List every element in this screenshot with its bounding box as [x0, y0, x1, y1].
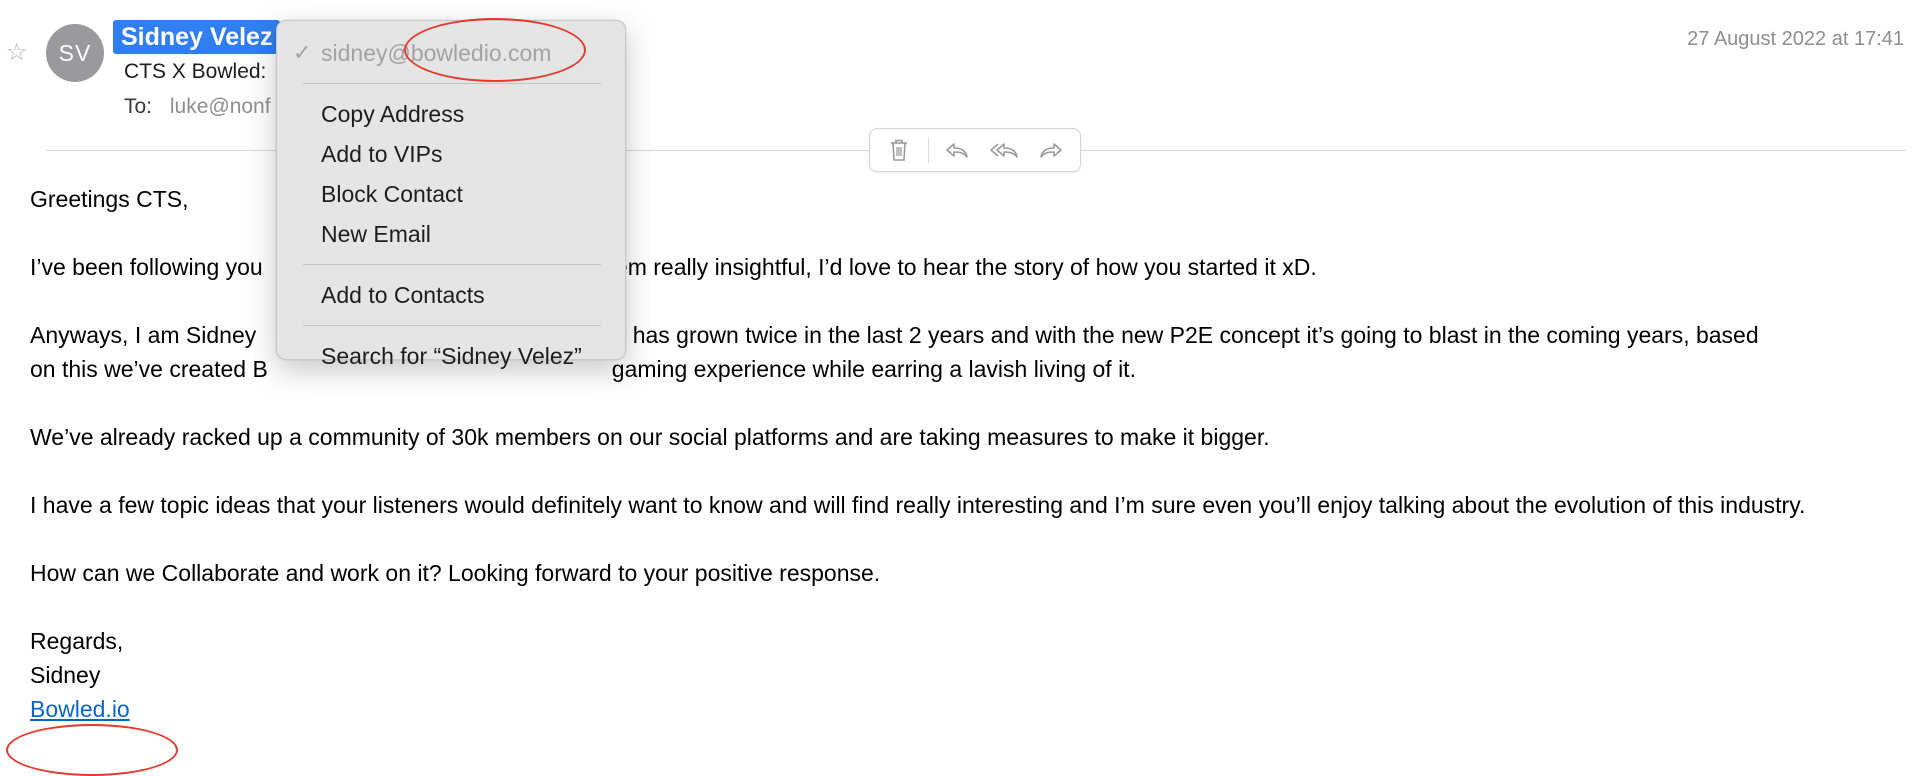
menu-separator — [303, 264, 601, 265]
menu-item-block-contact[interactable]: Block Contact — [277, 174, 625, 214]
to-label: To: — [124, 95, 153, 118]
forward-icon[interactable] — [1033, 135, 1069, 165]
paragraph-3: We’ve already racked up a community of 3… — [30, 424, 1270, 450]
reply-all-icon[interactable] — [986, 135, 1022, 165]
avatar: SV — [46, 24, 104, 82]
paragraph-2-line1-end: stry has grown twice in the last 2 years… — [589, 322, 1759, 348]
menu-item-search-for[interactable]: Search for “Sidney Velez” — [277, 336, 625, 376]
menu-separator — [303, 325, 601, 326]
toolbar-separator — [927, 137, 929, 163]
message-hover-toolbar — [869, 128, 1081, 172]
checkmark-icon: ✓ — [293, 40, 312, 65]
contact-context-menu: ✓ sidney@bowledio.com Copy Address Add t… — [276, 20, 626, 369]
subject-line: CTS X Bowled: — [124, 60, 267, 83]
signoff: Regards, — [30, 628, 124, 654]
paragraph-2-line1-start: Anyways, I am Sidney — [30, 322, 257, 348]
paragraph-4: I have a few topic ideas that your liste… — [30, 492, 1806, 518]
menu-item-copy-address[interactable]: Copy Address — [277, 94, 625, 134]
menu-item-email: ✓ sidney@bowledio.com — [277, 33, 625, 73]
bowled-link[interactable]: Bowled.io — [30, 696, 130, 722]
trash-icon[interactable] — [881, 135, 917, 165]
to-row: To: luke@nonf — [124, 95, 271, 119]
sender-name-selected[interactable]: Sidney Velez — [113, 20, 281, 54]
paragraph-1-start: I’ve been following you — [30, 254, 263, 280]
paragraph-1-end: them really insightful, I’d love to hear… — [595, 254, 1317, 280]
reply-icon[interactable] — [939, 135, 975, 165]
paragraph-5: How can we Collaborate and work on it? L… — [30, 560, 881, 586]
menu-separator — [303, 83, 601, 84]
message-date: 27 August 2022 at 17:41 — [1687, 28, 1904, 50]
annotation-circle-link — [6, 724, 178, 776]
paragraph-2-line2-start: on this we’ve created B — [30, 356, 268, 382]
menu-email-label: sidney@bowledio.com — [321, 40, 552, 66]
menu-item-new-email[interactable]: New Email — [277, 214, 625, 254]
menu-item-add-to-contacts[interactable]: Add to Contacts — [277, 275, 625, 315]
to-recipient[interactable]: luke@nonf — [170, 95, 271, 118]
menu-item-add-to-vips[interactable]: Add to VIPs — [277, 134, 625, 174]
mail-message-view: ☆ SV Sidney Velez CTS X Bowled: To: luke… — [0, 0, 1920, 776]
signature-name: Sidney — [30, 662, 101, 688]
star-icon[interactable]: ☆ — [6, 38, 28, 67]
paragraph-2-line2-end: gaming experience while earring a lavish… — [611, 356, 1136, 382]
